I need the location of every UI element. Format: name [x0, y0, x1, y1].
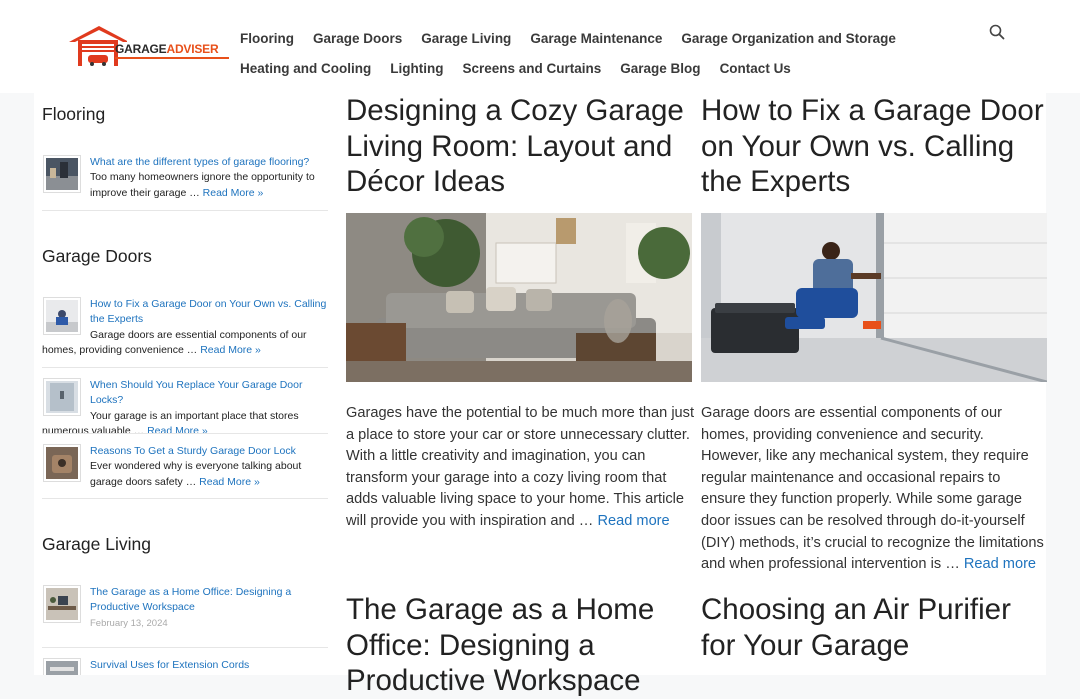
divider	[42, 210, 328, 211]
sidebar-post: Survival Uses for Extension Cords	[42, 658, 328, 675]
nav-row-2: Heating and Cooling Lighting Screens and…	[240, 53, 940, 83]
site-logo[interactable]: GARAGEADVISER	[67, 25, 230, 67]
divider	[42, 433, 328, 434]
nav-screens-curtains[interactable]: Screens and Curtains	[462, 61, 601, 76]
post-thumbnail[interactable]	[44, 156, 80, 192]
post-thumbnail[interactable]	[44, 659, 80, 675]
nav-heating-cooling[interactable]: Heating and Cooling	[240, 61, 371, 76]
read-more-link[interactable]: Read more	[597, 513, 669, 529]
widget-title-garage-living: Garage Living	[42, 534, 151, 554]
post-title-link[interactable]: What are the different types of garage f…	[90, 156, 309, 168]
post-excerpt: Ever wondered why is everyone talking ab…	[90, 460, 302, 488]
garage-door-repair-photo	[701, 213, 1047, 382]
article-image-garage-door-repair[interactable]	[701, 213, 1047, 382]
living-room-photo	[346, 213, 692, 382]
nav-contact-us[interactable]: Contact Us	[720, 61, 791, 76]
search-icon[interactable]	[989, 24, 1005, 40]
article-title-link[interactable]: The Garage as a Home Office: Designing a…	[346, 592, 694, 699]
post-thumbnail[interactable]	[44, 298, 80, 334]
read-more-link[interactable]: Read more	[964, 556, 1036, 572]
divider	[42, 498, 328, 499]
read-more-link[interactable]: Read More »	[147, 425, 208, 437]
post-thumbnail[interactable]	[44, 586, 80, 622]
post-title-link[interactable]: The Garage as a Home Office: Designing a…	[90, 586, 291, 613]
post-date: February 13, 2024	[90, 617, 168, 629]
sidebar-post: What are the different types of garage f…	[42, 155, 328, 201]
sidebar-post: The Garage as a Home Office: Designing a…	[42, 585, 328, 631]
widget-title-flooring: Flooring	[42, 104, 106, 124]
nav-lighting[interactable]: Lighting	[390, 61, 443, 76]
nav-garage-blog[interactable]: Garage Blog	[620, 61, 700, 76]
widget-title-garage-doors: Garage Doors	[42, 246, 152, 266]
sidebar: Flooring What are the different types of…	[34, 93, 336, 675]
divider	[42, 647, 328, 648]
article-image-living-room[interactable]	[346, 213, 692, 382]
article-title-link[interactable]: How to Fix a Garage Door on Your Own vs.…	[701, 93, 1049, 200]
read-more-link[interactable]: Read More »	[200, 344, 261, 356]
article-title-link[interactable]: Choosing an Air Purifier for Your Garage	[701, 592, 1049, 663]
post-excerpt: Garage doors are essential components of…	[42, 328, 307, 356]
main-navigation: Flooring Garage Doors Garage Living Gara…	[240, 23, 940, 83]
article-title-link[interactable]: Designing a Cozy Garage Living Room: Lay…	[346, 93, 694, 200]
excerpt-text: Garage doors are essential components of…	[701, 405, 1044, 573]
read-more-link[interactable]: Read More »	[199, 476, 260, 488]
article-excerpt: Garages have the potential to be much mo…	[346, 403, 696, 533]
site-header: GARAGEADVISER Flooring Garage Doors Gara…	[0, 0, 1080, 93]
post-title-link[interactable]: Survival Uses for Extension Cords	[90, 659, 249, 671]
nav-garage-living[interactable]: Garage Living	[421, 31, 511, 46]
nav-row-1: Flooring Garage Doors Garage Living Gara…	[240, 23, 940, 53]
logo-underline	[115, 57, 229, 59]
post-thumbnail[interactable]	[44, 445, 80, 481]
sidebar-post: Reasons To Get a Sturdy Garage Door Lock…	[42, 444, 328, 490]
post-title-link[interactable]: Reasons To Get a Sturdy Garage Door Lock	[90, 445, 296, 457]
nav-flooring[interactable]: Flooring	[240, 31, 294, 46]
excerpt-text: Garages have the potential to be much mo…	[346, 405, 695, 529]
divider	[42, 367, 328, 368]
nav-garage-doors[interactable]: Garage Doors	[313, 31, 402, 46]
nav-garage-maintenance[interactable]: Garage Maintenance	[530, 31, 662, 46]
post-title-link[interactable]: How to Fix a Garage Door on Your Own vs.…	[90, 298, 326, 325]
sidebar-post: How to Fix a Garage Door on Your Own vs.…	[42, 297, 328, 358]
nav-garage-organization[interactable]: Garage Organization and Storage	[681, 31, 896, 46]
post-title-link[interactable]: When Should You Replace Your Garage Door…	[90, 379, 303, 406]
post-thumbnail[interactable]	[44, 379, 80, 415]
logo-text: GARAGEADVISER	[115, 42, 219, 56]
article-excerpt: Garage doors are essential components of…	[701, 403, 1047, 576]
read-more-link[interactable]: Read More »	[203, 187, 264, 199]
sidebar-post: When Should You Replace Your Garage Door…	[42, 378, 328, 439]
